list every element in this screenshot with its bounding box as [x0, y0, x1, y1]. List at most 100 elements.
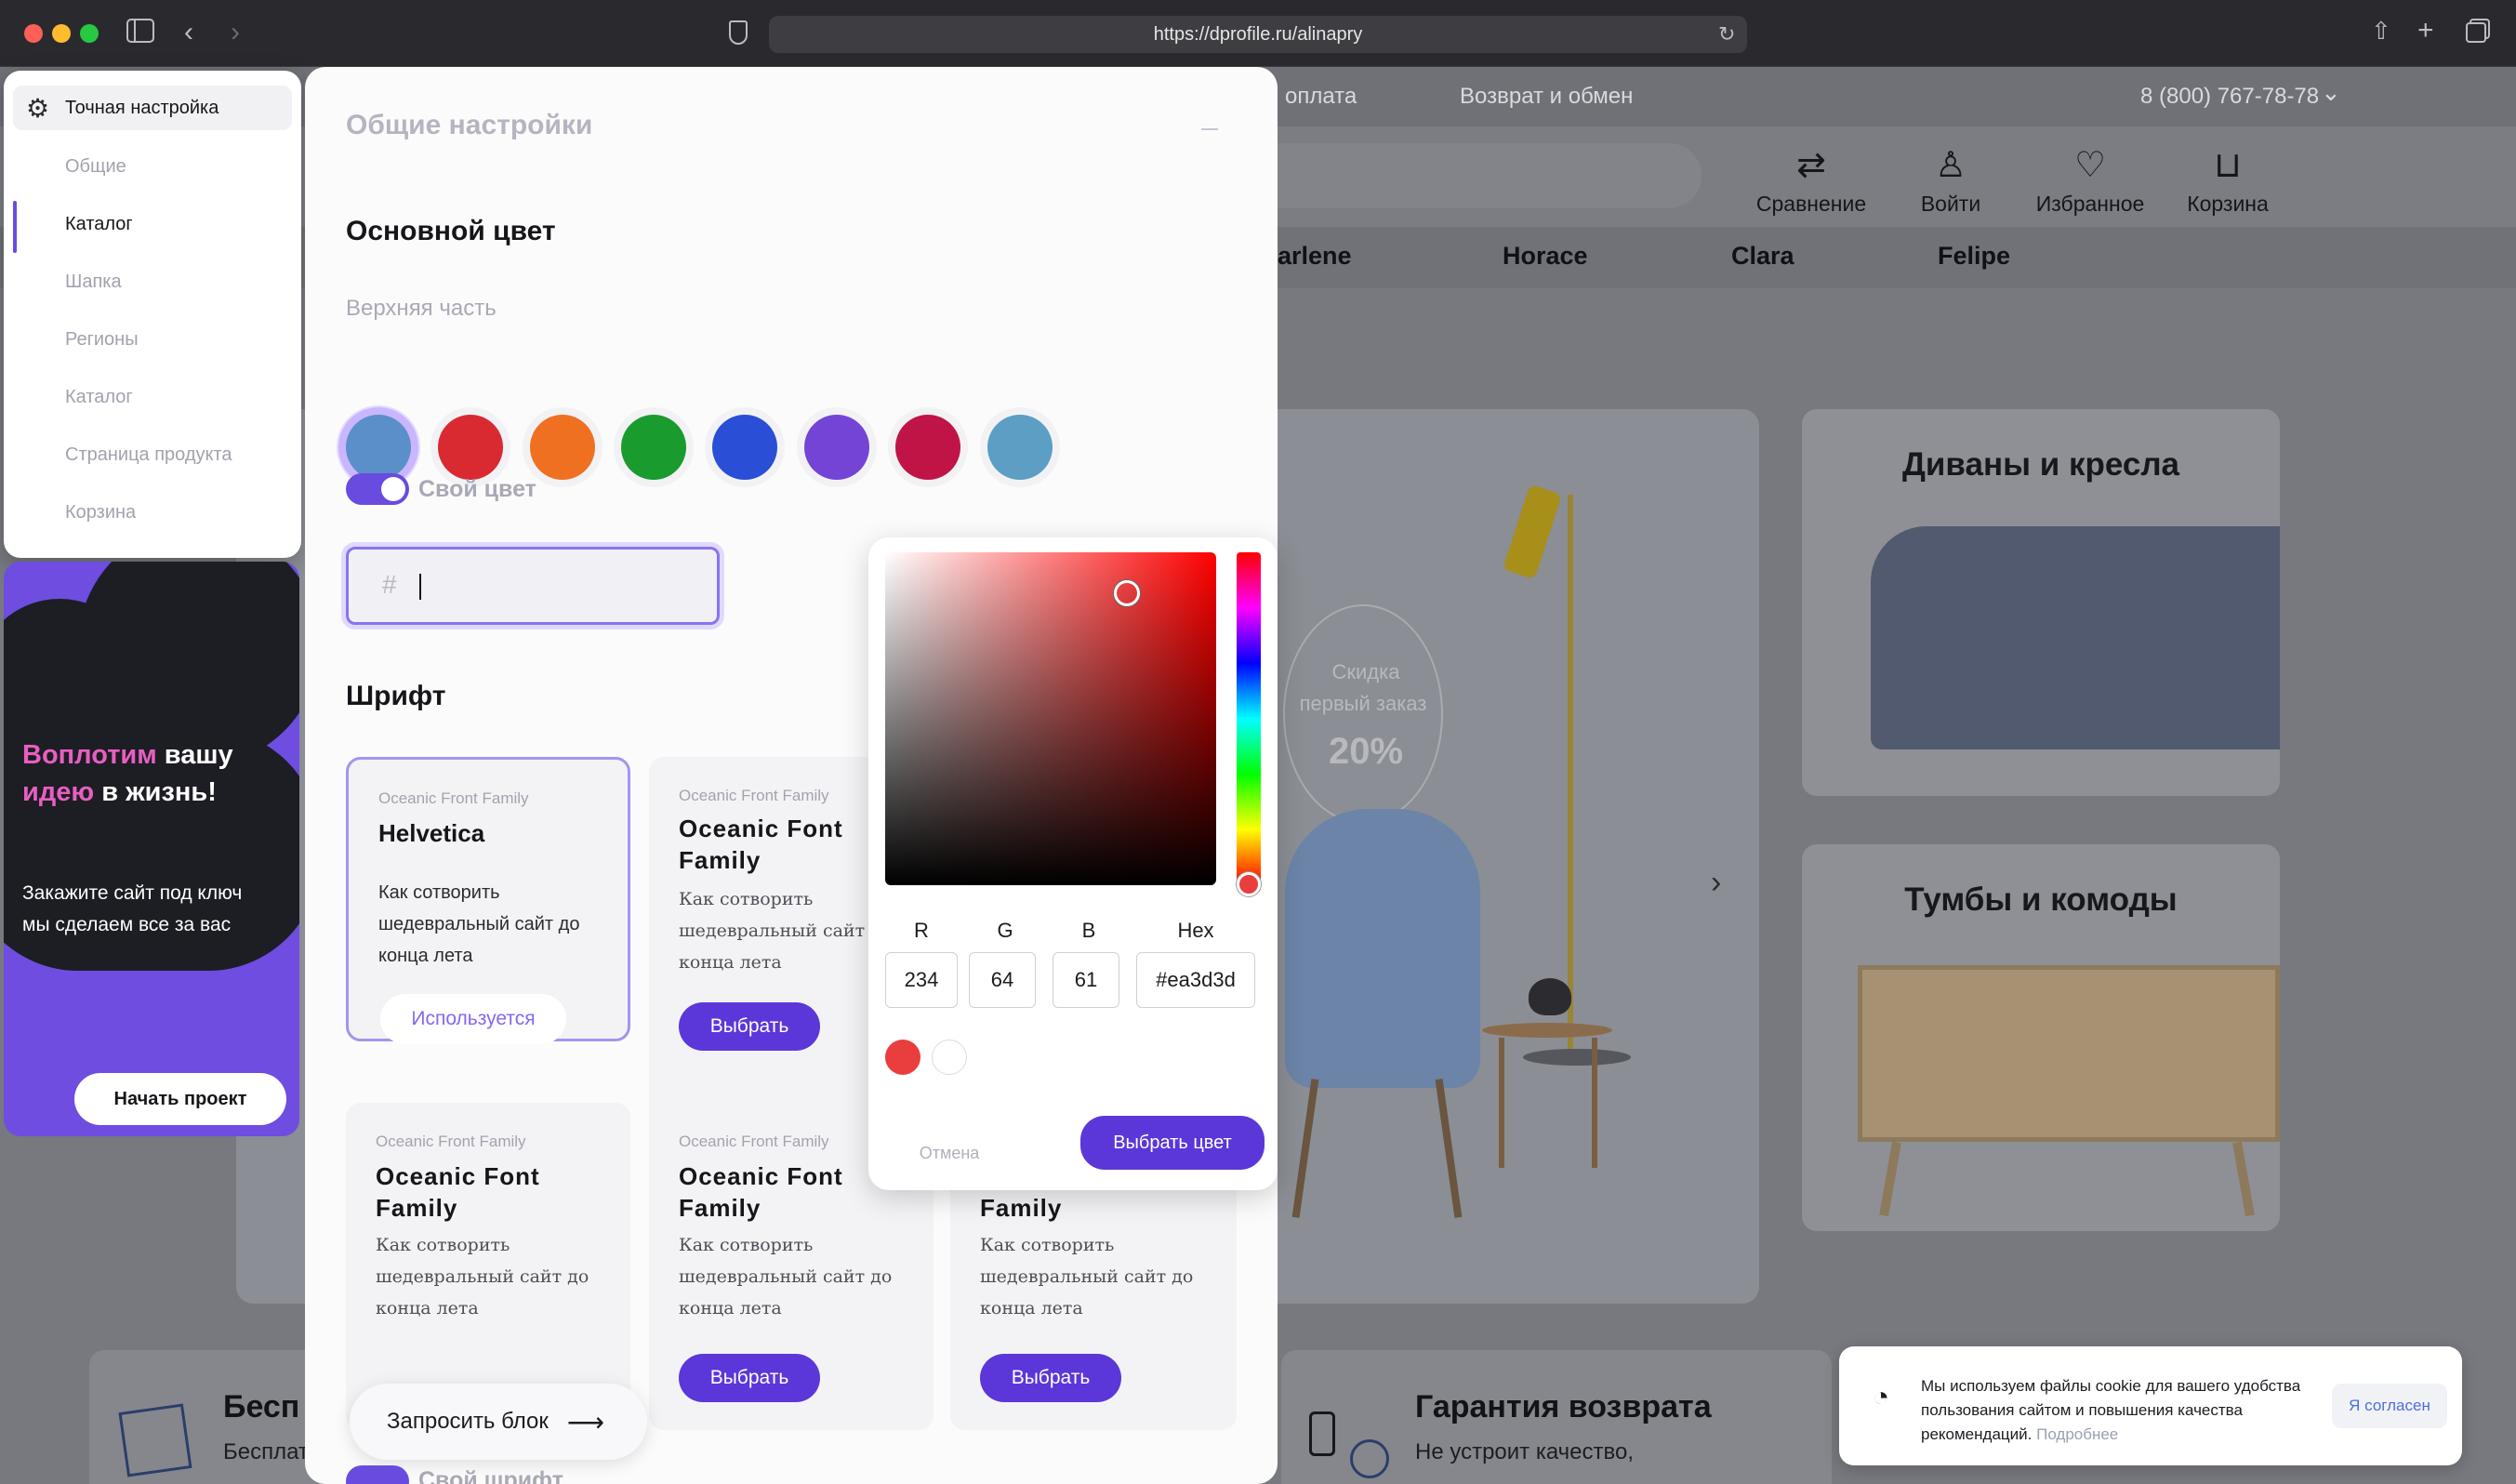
g-input[interactable]: 64: [969, 952, 1036, 1008]
promo-text: Закажите сайт под ключ мы сделаем все за…: [22, 882, 243, 935]
b-input[interactable]: 61: [1053, 952, 1119, 1008]
minimize-window-button[interactable]: [52, 24, 71, 43]
custom-color-toggle[interactable]: [346, 473, 409, 505]
discount-line2: первый заказ: [1299, 692, 1427, 715]
slider-next-icon[interactable]: ›: [1711, 865, 1721, 901]
feature-sub-return: Не устроит качество,: [1415, 1439, 1635, 1464]
color-swatch-2[interactable]: [438, 415, 503, 480]
picker-cancel-button[interactable]: Отмена: [889, 1127, 1010, 1179]
fine-settings-title: Точная настройка: [65, 97, 219, 118]
favorites-label: Избранное: [2035, 192, 2145, 216]
nav-item-clara[interactable]: Clara: [1731, 242, 1794, 271]
hex-value-input[interactable]: #ea3d3d: [1136, 952, 1255, 1008]
share-icon[interactable]: ⇧: [2371, 17, 2391, 45]
sidebar-item-header[interactable]: Шапка: [65, 272, 122, 293]
font-card-body: Как сотворить шедевральный сайт до конца…: [980, 1235, 1194, 1318]
reload-icon[interactable]: ↻: [1718, 20, 1735, 48]
top-link-payment[interactable]: оплата: [1285, 84, 1357, 110]
fine-settings-header[interactable]: ⚙ Точная настройка: [13, 86, 292, 130]
color-swatch-6[interactable]: [804, 415, 869, 480]
color-swatch-3[interactable]: [530, 415, 595, 480]
preset-color-red[interactable]: [885, 1040, 920, 1075]
font-card-body: Как сотворить шедевральный сайт до конца…: [376, 1235, 589, 1318]
sidebar-item-catalog[interactable]: Каталог: [65, 214, 133, 235]
box-icon: [118, 1403, 192, 1477]
own-font-label: Свой шрифт: [418, 1467, 563, 1484]
close-window-button[interactable]: [24, 24, 43, 43]
nav-item-arlene[interactable]: arlene: [1278, 242, 1352, 271]
site-search-input[interactable]: [1237, 143, 1702, 208]
feature-title-delivery: Бесп: [223, 1389, 300, 1424]
promo-accent-1: Воплотим: [22, 740, 157, 770]
header-favorites[interactable]: ♡ Избранное: [2034, 145, 2146, 217]
r-input[interactable]: 234: [885, 952, 958, 1008]
color-swatch-4[interactable]: [621, 415, 686, 480]
phone-number[interactable]: 8 (800) 767-78-78: [2140, 84, 2319, 110]
url-text: https://dprofile.ru/alinapry: [1153, 23, 1363, 45]
cookie-icon: ◔: [1873, 1382, 1890, 1412]
cart-label: Корзина: [2187, 192, 2269, 216]
nav-item-felipe[interactable]: Felipe: [1938, 242, 2010, 271]
own-font-toggle[interactable]: [346, 1465, 409, 1484]
top-link-returns[interactable]: Возврат и обмен: [1460, 84, 1633, 110]
header-login[interactable]: ♙ Войти: [1895, 145, 2006, 217]
dresser-image: [1858, 965, 2280, 1142]
color-swatch-1[interactable]: [346, 415, 411, 480]
header-compare[interactable]: ⇄ Сравнение: [1755, 145, 1867, 217]
font-heading: Шрифт: [346, 681, 446, 711]
font-in-use-button[interactable]: Используется: [380, 994, 566, 1044]
back-icon[interactable]: ‹: [184, 19, 193, 46]
cookie-more-link[interactable]: Подробнее: [2036, 1425, 2118, 1443]
promo-plain-2: в жизнь!: [94, 777, 217, 807]
zoom-window-button[interactable]: [80, 24, 99, 43]
cookie-accept-button[interactable]: Я согласен: [2332, 1384, 2447, 1428]
category-card-dressers[interactable]: Тумбы и комоды: [1802, 844, 2280, 1231]
request-block-button[interactable]: Запросить блок ⟶: [350, 1384, 647, 1460]
promo-banner: Воплотим вашу идею в жизнь! Закажите сай…: [4, 562, 299, 1136]
preset-color-white[interactable]: [932, 1040, 967, 1075]
hue-handle[interactable]: [1237, 872, 1261, 896]
sidebar-item-regions[interactable]: Регионы: [65, 329, 139, 351]
tabs-overview-icon[interactable]: [2466, 22, 2486, 43]
header-cart[interactable]: ⊔ Корзина: [2172, 145, 2284, 217]
start-project-button[interactable]: Начать проект: [74, 1073, 286, 1125]
font-card-sub: Oceanic Front Family: [679, 1133, 829, 1150]
feature-sub-delivery: Бесплат: [223, 1439, 309, 1464]
hue-slider[interactable]: [1237, 552, 1261, 885]
picker-confirm-button[interactable]: Выбрать цвет: [1080, 1116, 1265, 1170]
discount-line1: Скидка: [1331, 660, 1400, 683]
font-card-oceanic-3[interactable]: Oceanic Front Family Oceanic Font Family…: [346, 1103, 630, 1430]
select-font-button[interactable]: Выбрать: [980, 1354, 1121, 1402]
nav-item-horace[interactable]: Horace: [1503, 242, 1588, 271]
sidebar-item-cart[interactable]: Корзина: [65, 502, 136, 523]
g-label: G: [997, 919, 1013, 942]
promo-plain-1: вашу: [156, 740, 233, 770]
sidebar-item-general[interactable]: Общие: [65, 156, 126, 178]
saturation-handle[interactable]: [1114, 580, 1140, 606]
chevron-down-icon[interactable]: ⌄: [2321, 78, 2341, 107]
saturation-field[interactable]: [885, 552, 1216, 885]
sidebar-item-catalog-2[interactable]: Каталог: [65, 387, 133, 408]
hex-color-input[interactable]: #: [346, 547, 720, 625]
sidebar-toggle-icon[interactable]: [126, 19, 154, 43]
select-font-button[interactable]: Выбрать: [679, 1354, 820, 1402]
arrow-right-icon: ⟶: [566, 1407, 605, 1437]
new-tab-icon[interactable]: +: [2417, 17, 2434, 45]
font-card-title: Oceanic Font Family: [376, 1162, 540, 1222]
select-font-button[interactable]: Выбрать: [679, 1002, 820, 1051]
floor-lamp-image: [1568, 495, 1573, 1053]
category-card-sofas[interactable]: Диваны и кресла: [1802, 409, 2280, 796]
heart-icon: ♡: [2073, 146, 2107, 185]
font-card-helvetica[interactable]: Oceanic Front Family Helvetica Как сотво…: [346, 757, 630, 1044]
sidebar-item-product-page[interactable]: Страница продукта: [65, 444, 232, 466]
active-indicator: [13, 201, 17, 253]
color-swatch-7[interactable]: [895, 415, 960, 480]
hex-label: Hex: [1177, 919, 1214, 942]
collapse-icon[interactable]: [1201, 128, 1218, 130]
color-swatch-5[interactable]: [712, 415, 777, 480]
font-card-sub: Oceanic Front Family: [378, 789, 529, 807]
sofa-image: [1871, 526, 2280, 749]
color-swatch-8[interactable]: [987, 415, 1053, 480]
address-bar[interactable]: https://dprofile.ru/alinapry: [769, 16, 1747, 53]
forward-icon[interactable]: ›: [231, 19, 240, 46]
